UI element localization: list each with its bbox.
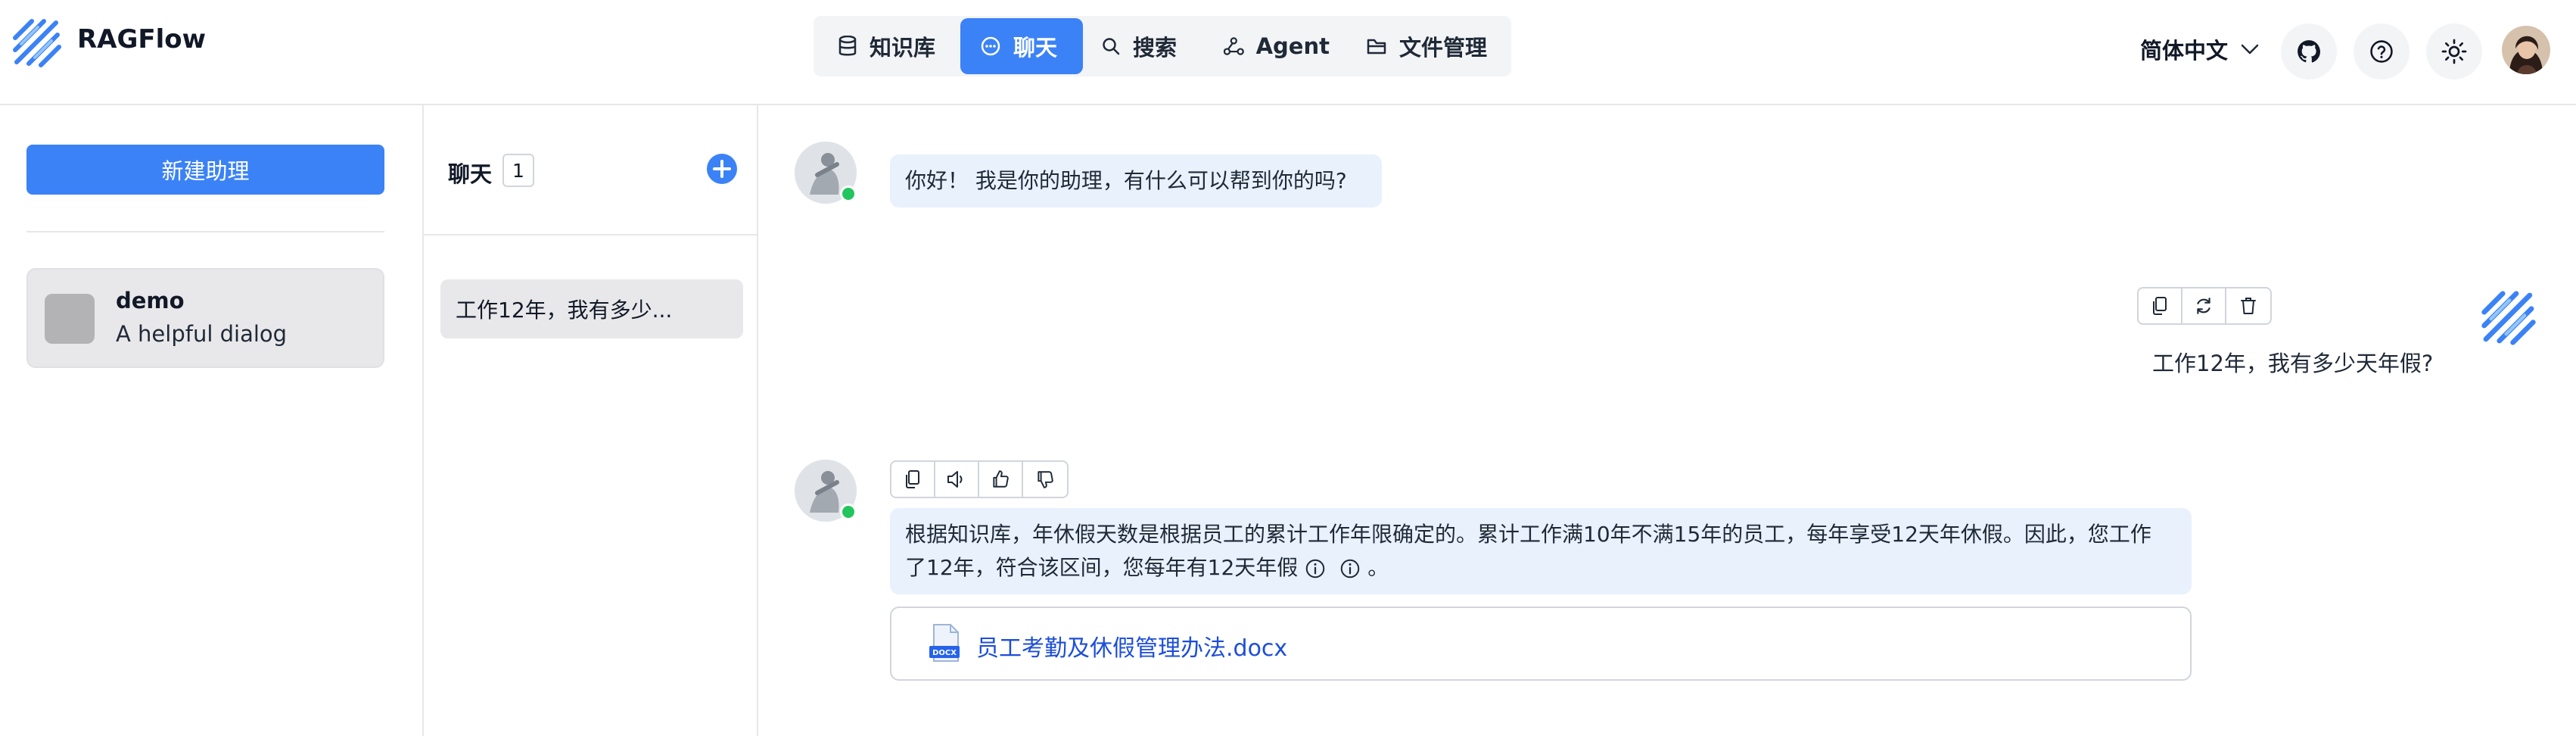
nav-item-agent[interactable]: Agent [1224,18,1330,74]
read-aloud-button[interactable] [935,462,979,497]
refresh-icon [2197,298,2210,314]
docx-file-icon: DOCX [928,623,963,667]
dislike-button[interactable] [1023,462,1067,497]
theme-sun-icon [2441,39,2467,64]
nav-label-knowledge-base: 知识库 [870,35,936,61]
search-icon [1103,38,1120,55]
add-conversation-button[interactable] [705,152,739,186]
help-button[interactable] [2354,23,2410,80]
nav-item-file-management[interactable]: 文件管理 [1366,18,1502,74]
thumbs-down-icon [1038,471,1053,488]
plus-circle-icon [707,154,737,184]
trash-icon [2241,298,2256,314]
user-ragflow-avatar-icon [2479,288,2538,348]
file-type-badge: DOCX [932,649,957,657]
assistant-message-bubble: 你好！ 我是你的助理，有什么可以帮到你的吗? [890,154,1382,207]
conversation-item[interactable]: 工作12年，我有多少... [440,279,743,338]
main-nav: 知识库 聊天 搜索 Agent 文件管理 [814,16,1511,76]
nav-label-file-management: 文件管理 [1399,35,1488,61]
top-header: RAGFlow 知识库 聊天 搜索 Agent 文件管理 简体中文 [0,0,2576,105]
new-assistant-button[interactable]: 新建助理 [26,145,384,195]
nav-label-agent: Agent [1255,33,1330,59]
chevron-down-icon [2241,44,2259,55]
online-status-dot [840,504,857,520]
assistant-message-toolbar [890,460,1069,498]
github-button[interactable] [2281,23,2337,80]
copy-icon [906,470,919,488]
chat-area: 你好！ 我是你的助理，有什么可以帮到你的吗? 工作12年，我有多少天年假? 根据… [758,105,2576,736]
message-text: 你好！ 我是你的助理，有什么可以帮到你的吗? [905,168,1347,193]
nav-item-knowledge-base[interactable]: 知识库 [836,18,963,74]
user-message-toolbar [2137,287,2272,325]
nav-item-chat[interactable]: 聊天 [960,18,1083,74]
assistant-card-demo[interactable]: demo A helpful dialog [26,268,384,368]
assistant-avatar [45,294,95,344]
assistant-description: A helpful dialog [116,321,288,347]
reference-file-name[interactable]: 员工考勤及休假管理办法.docx [976,629,1287,663]
github-icon [2298,40,2321,63]
help-icon [2370,40,2393,63]
conversation-list-title: 聊天 [448,161,493,187]
database-icon [838,36,857,56]
language-label: 简体中文 [2140,38,2229,64]
assistant-sidebar: 新建助理 demo A helpful dialog [0,105,424,736]
app-title: RAGFlow [77,24,207,55]
user-message-text: 工作12年，我有多少天年假? [2152,351,2434,376]
assistant-answer-bubble: 根据知识库，年休假天数是根据员工的累计工作年限确定的。累计工作满10年不满15年… [890,508,2192,594]
copy-button[interactable] [2139,288,2182,323]
answer-text: 了12年，符合该区间，您每年有12天年假 [905,555,1299,580]
answer-text-line-2: 了12年，符合该区间，您每年有12天年假 。 [905,551,2176,585]
online-status-dot [840,186,857,202]
ragflow-logo-icon[interactable] [11,17,64,70]
nav-label-search: 搜索 [1133,35,1178,61]
conversation-count-badge: 1 [502,154,534,187]
answer-text-line-1: 根据知识库，年休假天数是根据员工的累计工作年限确定的。累计工作满10年不满15年… [905,522,2151,547]
language-selector[interactable]: 简体中文 [2140,33,2260,65]
assistant-name: demo [116,288,185,313]
thumbs-up-icon [993,470,1009,488]
answer-text-end: 。 [1367,555,1389,580]
nav-item-search[interactable]: 搜索 [1101,18,1199,74]
agent-graph-icon [1224,37,1244,55]
theme-toggle-button[interactable] [2426,23,2482,80]
divider [424,234,757,235]
citation-info-icon[interactable] [1339,557,1361,580]
like-button[interactable] [979,462,1023,497]
reference-file-card[interactable]: DOCX 员工考勤及休假管理办法.docx [890,607,2192,681]
folder-icon [1367,39,1386,55]
nav-label-chat: 聊天 [1013,35,1058,61]
divider [26,231,384,232]
copy-button[interactable] [891,462,935,497]
conversation-list: 聊天 1 工作12年，我有多少... [424,105,758,736]
copy-icon [2153,297,2167,315]
citation-info-icon[interactable] [1304,557,1327,580]
regenerate-button[interactable] [2182,288,2226,323]
chat-icon [981,36,1000,56]
delete-button[interactable] [2226,288,2270,323]
user-avatar[interactable] [2502,26,2550,74]
speaker-icon [947,471,963,488]
